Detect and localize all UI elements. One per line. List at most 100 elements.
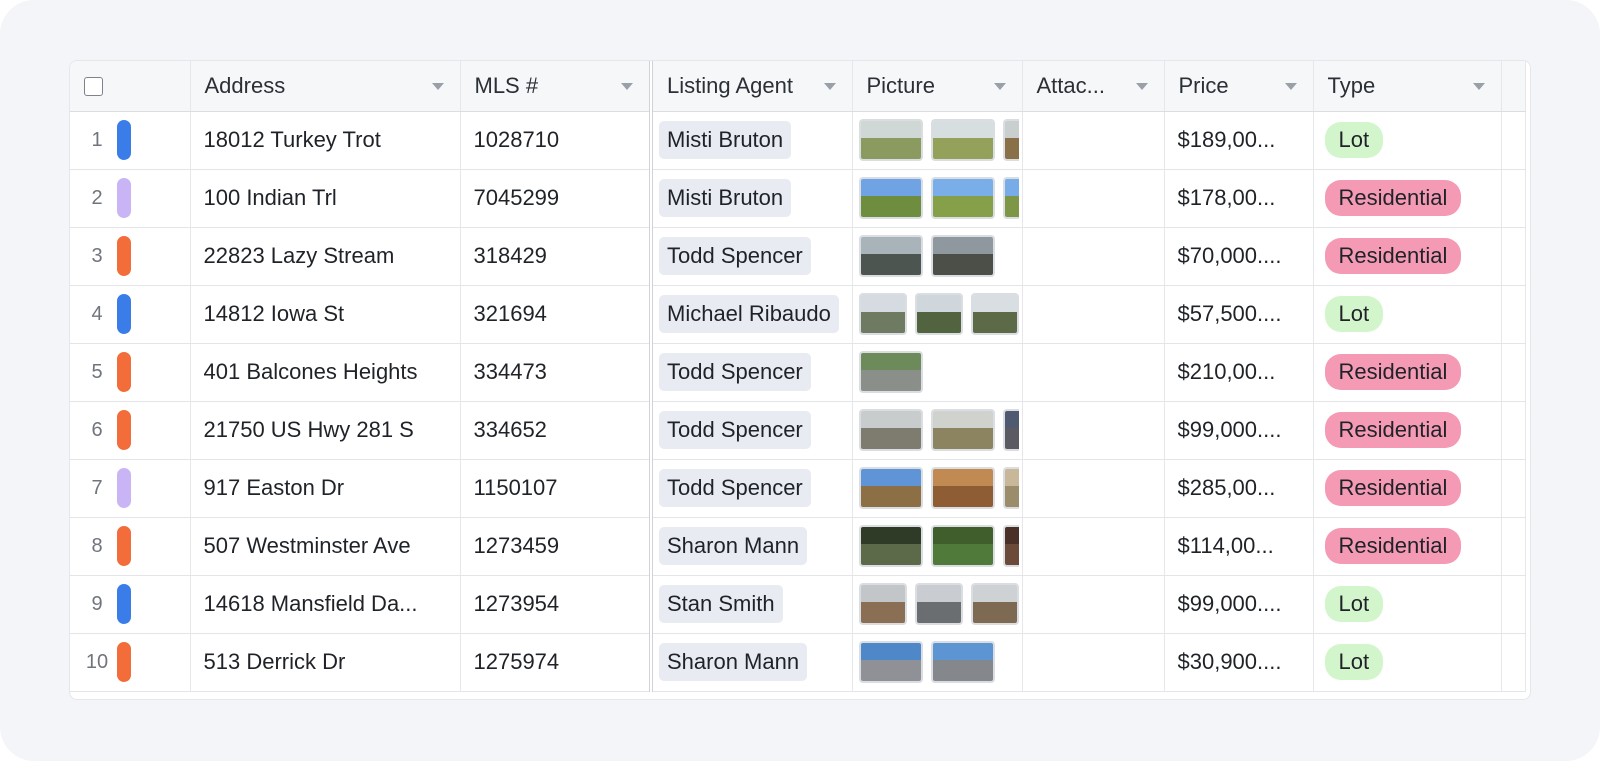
picture-thumbnail[interactable] [930, 409, 995, 451]
picture-cell[interactable] [852, 227, 1023, 286]
table-row[interactable]: 3 22823 Lazy Stream 318429 Todd Spencer $70,… [70, 227, 1526, 286]
table-row[interactable]: 6 21750 US Hwy 281 S 334652 Todd Spencer $99… [70, 401, 1526, 460]
mls-cell[interactable]: 318429 [460, 227, 653, 286]
price-cell[interactable]: $99,000.... [1164, 575, 1314, 634]
listing-agent-cell[interactable]: Michael Ribaudo [651, 285, 853, 344]
picture-thumbnail[interactable] [1002, 177, 1019, 219]
price-cell[interactable]: $178,00... [1164, 169, 1314, 228]
address-cell[interactable]: 401 Balcones Heights [190, 343, 461, 402]
listing-agent-cell[interactable]: Sharon Mann [651, 633, 853, 692]
chevron-down-icon[interactable] [1135, 82, 1148, 90]
select-all-checkbox[interactable] [84, 77, 103, 97]
price-cell[interactable]: $99,000.... [1164, 401, 1314, 460]
attachments-cell[interactable] [1022, 633, 1165, 692]
column-header-price[interactable]: Price [1164, 61, 1314, 112]
address-cell[interactable]: 513 Derrick Dr [190, 633, 461, 692]
picture-thumbnail[interactable] [858, 641, 923, 683]
picture-cell[interactable] [852, 285, 1023, 344]
picture-thumbnail[interactable] [930, 467, 995, 509]
table-row[interactable]: 10 513 Derrick Dr 1275974 Sharon Mann $30,90… [70, 633, 1526, 692]
chevron-down-icon[interactable] [621, 82, 633, 90]
chevron-down-icon[interactable] [1472, 82, 1485, 90]
picture-cell[interactable] [852, 575, 1023, 634]
address-cell[interactable]: 507 Westminster Ave [190, 517, 461, 576]
picture-thumbnail[interactable] [930, 235, 995, 277]
row-header-cell[interactable]: 8 [70, 517, 191, 576]
row-header-cell[interactable]: 6 [70, 401, 191, 460]
table-row[interactable]: 4 14812 Iowa St 321694 Michael Ribaudo $57,5… [70, 285, 1526, 344]
row-header-cell[interactable]: 3 [70, 227, 191, 286]
price-cell[interactable]: $70,000.... [1164, 227, 1314, 286]
picture-cell[interactable] [852, 459, 1023, 518]
mls-cell[interactable]: 1273954 [460, 575, 653, 634]
type-cell[interactable]: Residential [1313, 227, 1502, 286]
address-cell[interactable]: 14618 Mansfield Da... [190, 575, 461, 634]
picture-thumbnail[interactable] [858, 583, 907, 625]
listing-agent-cell[interactable]: Todd Spencer [651, 401, 853, 460]
mls-cell[interactable]: 1028710 [460, 111, 653, 170]
price-cell[interactable]: $30,900.... [1164, 633, 1314, 692]
attachments-cell[interactable] [1022, 459, 1165, 518]
column-header-listing-agent[interactable]: Listing Agent [651, 61, 853, 112]
listing-agent-cell[interactable]: Misti Bruton [651, 111, 853, 170]
picture-thumbnail[interactable] [930, 119, 995, 161]
row-header-cell[interactable]: 4 [70, 285, 191, 344]
table-row[interactable]: 7 917 Easton Dr 1150107 Todd Spencer $285,00… [70, 459, 1526, 518]
column-header-picture[interactable]: Picture [852, 61, 1023, 112]
picture-cell[interactable] [852, 517, 1023, 576]
picture-thumbnail[interactable] [858, 177, 923, 219]
row-header-cell[interactable]: 1 [70, 111, 191, 170]
picture-thumbnail[interactable] [858, 525, 923, 567]
listing-agent-cell[interactable]: Stan Smith [651, 575, 853, 634]
picture-cell[interactable] [852, 169, 1023, 228]
column-header-type[interactable]: Type [1313, 61, 1502, 112]
column-header-attachments[interactable]: Attac... [1022, 61, 1165, 112]
listing-agent-cell[interactable]: Sharon Mann [651, 517, 853, 576]
picture-cell[interactable] [852, 343, 1023, 402]
picture-thumbnail[interactable] [930, 641, 995, 683]
row-header-cell[interactable]: 9 [70, 575, 191, 634]
price-cell[interactable]: $114,00... [1164, 517, 1314, 576]
attachments-cell[interactable] [1022, 401, 1165, 460]
row-header-cell[interactable]: 7 [70, 459, 191, 518]
type-cell[interactable]: Residential [1313, 401, 1502, 460]
attachments-cell[interactable] [1022, 111, 1165, 170]
type-cell[interactable]: Residential [1313, 459, 1502, 518]
picture-cell[interactable] [852, 633, 1023, 692]
picture-thumbnail[interactable] [1002, 467, 1019, 509]
table-row[interactable]: 5 401 Balcones Heights 334473 Todd Spencer $… [70, 343, 1526, 402]
picture-thumbnail[interactable] [1002, 409, 1019, 451]
picture-thumbnail[interactable] [914, 583, 963, 625]
attachments-cell[interactable] [1022, 227, 1165, 286]
type-cell[interactable]: Lot [1313, 111, 1502, 170]
address-cell[interactable]: 14812 Iowa St [190, 285, 461, 344]
listing-agent-cell[interactable]: Todd Spencer [651, 343, 853, 402]
attachments-cell[interactable] [1022, 343, 1165, 402]
column-header-mls[interactable]: MLS # [460, 61, 653, 112]
mls-cell[interactable]: 334652 [460, 401, 653, 460]
mls-cell[interactable]: 7045299 [460, 169, 653, 228]
mls-cell[interactable]: 321694 [460, 285, 653, 344]
picture-thumbnail[interactable] [858, 467, 923, 509]
address-cell[interactable]: 100 Indian Trl [190, 169, 461, 228]
attachments-cell[interactable] [1022, 575, 1165, 634]
chevron-down-icon[interactable] [1284, 82, 1297, 90]
price-cell[interactable]: $189,00... [1164, 111, 1314, 170]
picture-thumbnail[interactable] [858, 119, 923, 161]
address-cell[interactable]: 18012 Turkey Trot [190, 111, 461, 170]
type-cell[interactable]: Residential [1313, 517, 1502, 576]
attachments-cell[interactable] [1022, 169, 1165, 228]
table-row[interactable]: 9 14618 Mansfield Da... 1273954 Stan Smith $… [70, 575, 1526, 634]
picture-thumbnail[interactable] [930, 177, 995, 219]
price-cell[interactable]: $285,00... [1164, 459, 1314, 518]
type-cell[interactable]: Lot [1313, 285, 1502, 344]
picture-thumbnail[interactable] [858, 235, 923, 277]
listing-agent-cell[interactable]: Todd Spencer [651, 459, 853, 518]
picture-cell[interactable] [852, 401, 1023, 460]
address-cell[interactable]: 21750 US Hwy 281 S [190, 401, 461, 460]
picture-thumbnail[interactable] [1002, 119, 1019, 161]
picture-thumbnail[interactable] [914, 293, 963, 335]
attachments-cell[interactable] [1022, 517, 1165, 576]
picture-cell[interactable] [852, 111, 1023, 170]
type-cell[interactable]: Lot [1313, 575, 1502, 634]
